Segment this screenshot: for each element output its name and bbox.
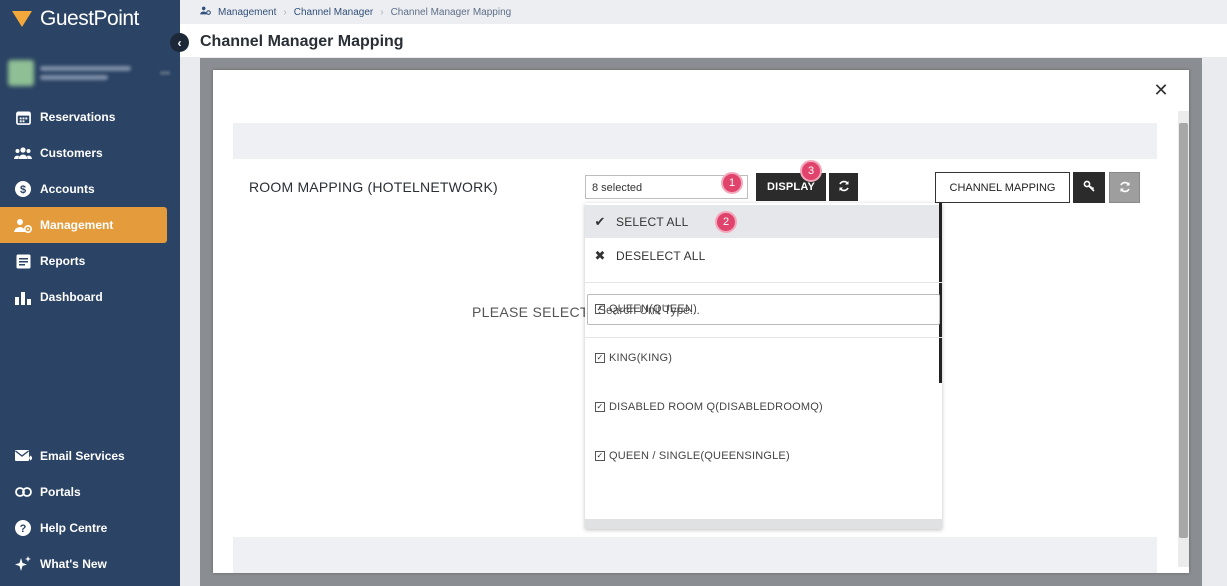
channel-mapping-modal: ✕ ROOM MAPPING (HOTELNETWORK) PLEASE SEL… (213, 70, 1189, 573)
option-queen[interactable]: ✓ QUEEN(QUEEN) (595, 303, 697, 315)
sidebar-item-label: Customers (40, 146, 103, 160)
option-disabled-room-q[interactable]: ✓ DISABLED ROOM Q(DISABLEDROOMQ) (595, 401, 823, 413)
sidebar-item-help-centre[interactable]: ? Help Centre (0, 510, 167, 546)
svg-text:?: ? (20, 523, 27, 535)
step-badge-3: 3 (800, 160, 822, 182)
key-button[interactable] (1073, 172, 1105, 203)
sparkle-icon (14, 555, 32, 573)
link-icon (14, 483, 32, 501)
step-badge-1: 1 (721, 172, 743, 194)
sidebar-item-label: Reports (40, 254, 86, 268)
brand-logo[interactable]: GuestPoint (12, 7, 139, 30)
refresh-icon (838, 179, 850, 195)
sidebar-item-label: Help Centre (40, 521, 108, 535)
chevron-down-icon (160, 71, 170, 75)
channel-mapping-button[interactable]: CHANNEL MAPPING (935, 172, 1070, 203)
avatar (8, 60, 34, 86)
x-icon: ✖ (594, 247, 606, 263)
sidebar: GuestPoint Reservations Customers $ Acco… (0, 0, 180, 586)
breadcrumb: Management › Channel Manager › Channel M… (200, 6, 511, 18)
sidebar-collapse-button[interactable]: ‹ (170, 33, 189, 52)
dollar-icon: $ (14, 180, 32, 198)
sidebar-item-reports[interactable]: Reports (0, 243, 167, 279)
sidebar-item-label: Dashboard (40, 290, 103, 304)
user-profile-card[interactable] (8, 58, 170, 88)
sidebar-item-label: What's New (40, 557, 107, 571)
option-queen-single[interactable]: ✓ QUEEN / SINGLE(QUEENSINGLE) (595, 450, 790, 462)
please-select-message: PLEASE SELECT (472, 304, 589, 320)
sidebar-item-portals[interactable]: Portals (0, 474, 167, 510)
sidebar-item-label: Email Services (40, 449, 125, 463)
select-all-option[interactable]: ✔ SELECT ALL (585, 205, 939, 238)
checkbox-checked-icon[interactable]: ✓ (595, 451, 605, 461)
checkbox-checked-icon[interactable]: ✓ (595, 353, 605, 363)
sidebar-item-label: Management (40, 218, 114, 232)
sidebar-item-label: Reservations (40, 110, 116, 124)
room-mapping-title: ROOM MAPPING (HOTELNETWORK) (249, 179, 498, 195)
check-icon: ✔ (594, 213, 606, 229)
refresh-button[interactable] (829, 173, 858, 201)
sidebar-item-dashboard[interactable]: Dashboard (0, 279, 167, 315)
checkbox-checked-icon[interactable]: ✓ (595, 304, 605, 314)
key-icon (1083, 180, 1095, 195)
checkbox-checked-icon[interactable]: ✓ (595, 402, 605, 412)
sidebar-item-whats-new[interactable]: What's New (0, 546, 167, 582)
users-icon (14, 144, 32, 162)
sidebar-item-label: Accounts (40, 182, 95, 196)
breadcrumb-management[interactable]: Management (218, 7, 276, 18)
option-king[interactable]: ✓ KING(KING) (595, 352, 672, 364)
unit-type-dropdown: ✔ SELECT ALL ✖ DESELECT ALL ✓ QUEEN(QUEE… (585, 203, 942, 529)
sidebar-item-accounts[interactable]: $ Accounts (0, 171, 167, 207)
modal-scrollbar[interactable] (1178, 111, 1189, 567)
reports-icon (14, 252, 32, 270)
sidebar-item-email-services[interactable]: Email Services (0, 438, 167, 474)
management-icon (200, 6, 211, 18)
breadcrumb-current: Channel Manager Mapping (390, 6, 512, 18)
sync-button[interactable] (1109, 172, 1140, 203)
breadcrumb-channel-manager[interactable]: Channel Manager (294, 7, 374, 18)
sidebar-item-management[interactable]: Management (0, 207, 167, 243)
close-icon[interactable]: ✕ (1151, 80, 1171, 100)
refresh-icon (1119, 180, 1131, 196)
sidebar-item-label: Portals (40, 485, 81, 499)
management-icon (14, 216, 32, 234)
step-badge-2: 2 (715, 211, 737, 233)
brand-name: GuestPoint (40, 7, 139, 30)
deselect-all-option[interactable]: ✖ DESELECT ALL (585, 239, 939, 272)
page-title: Channel Manager Mapping (200, 33, 404, 50)
email-icon (14, 447, 32, 465)
help-icon: ? (14, 519, 32, 537)
calendar-icon (14, 108, 32, 126)
sidebar-item-reservations[interactable]: Reservations (0, 99, 167, 135)
bar-chart-icon (14, 288, 32, 306)
svg-text:$: $ (20, 184, 26, 196)
dropdown-scrollbar[interactable] (939, 203, 942, 383)
sidebar-item-customers[interactable]: Customers (0, 135, 167, 171)
logo-triangle-icon (12, 11, 32, 27)
